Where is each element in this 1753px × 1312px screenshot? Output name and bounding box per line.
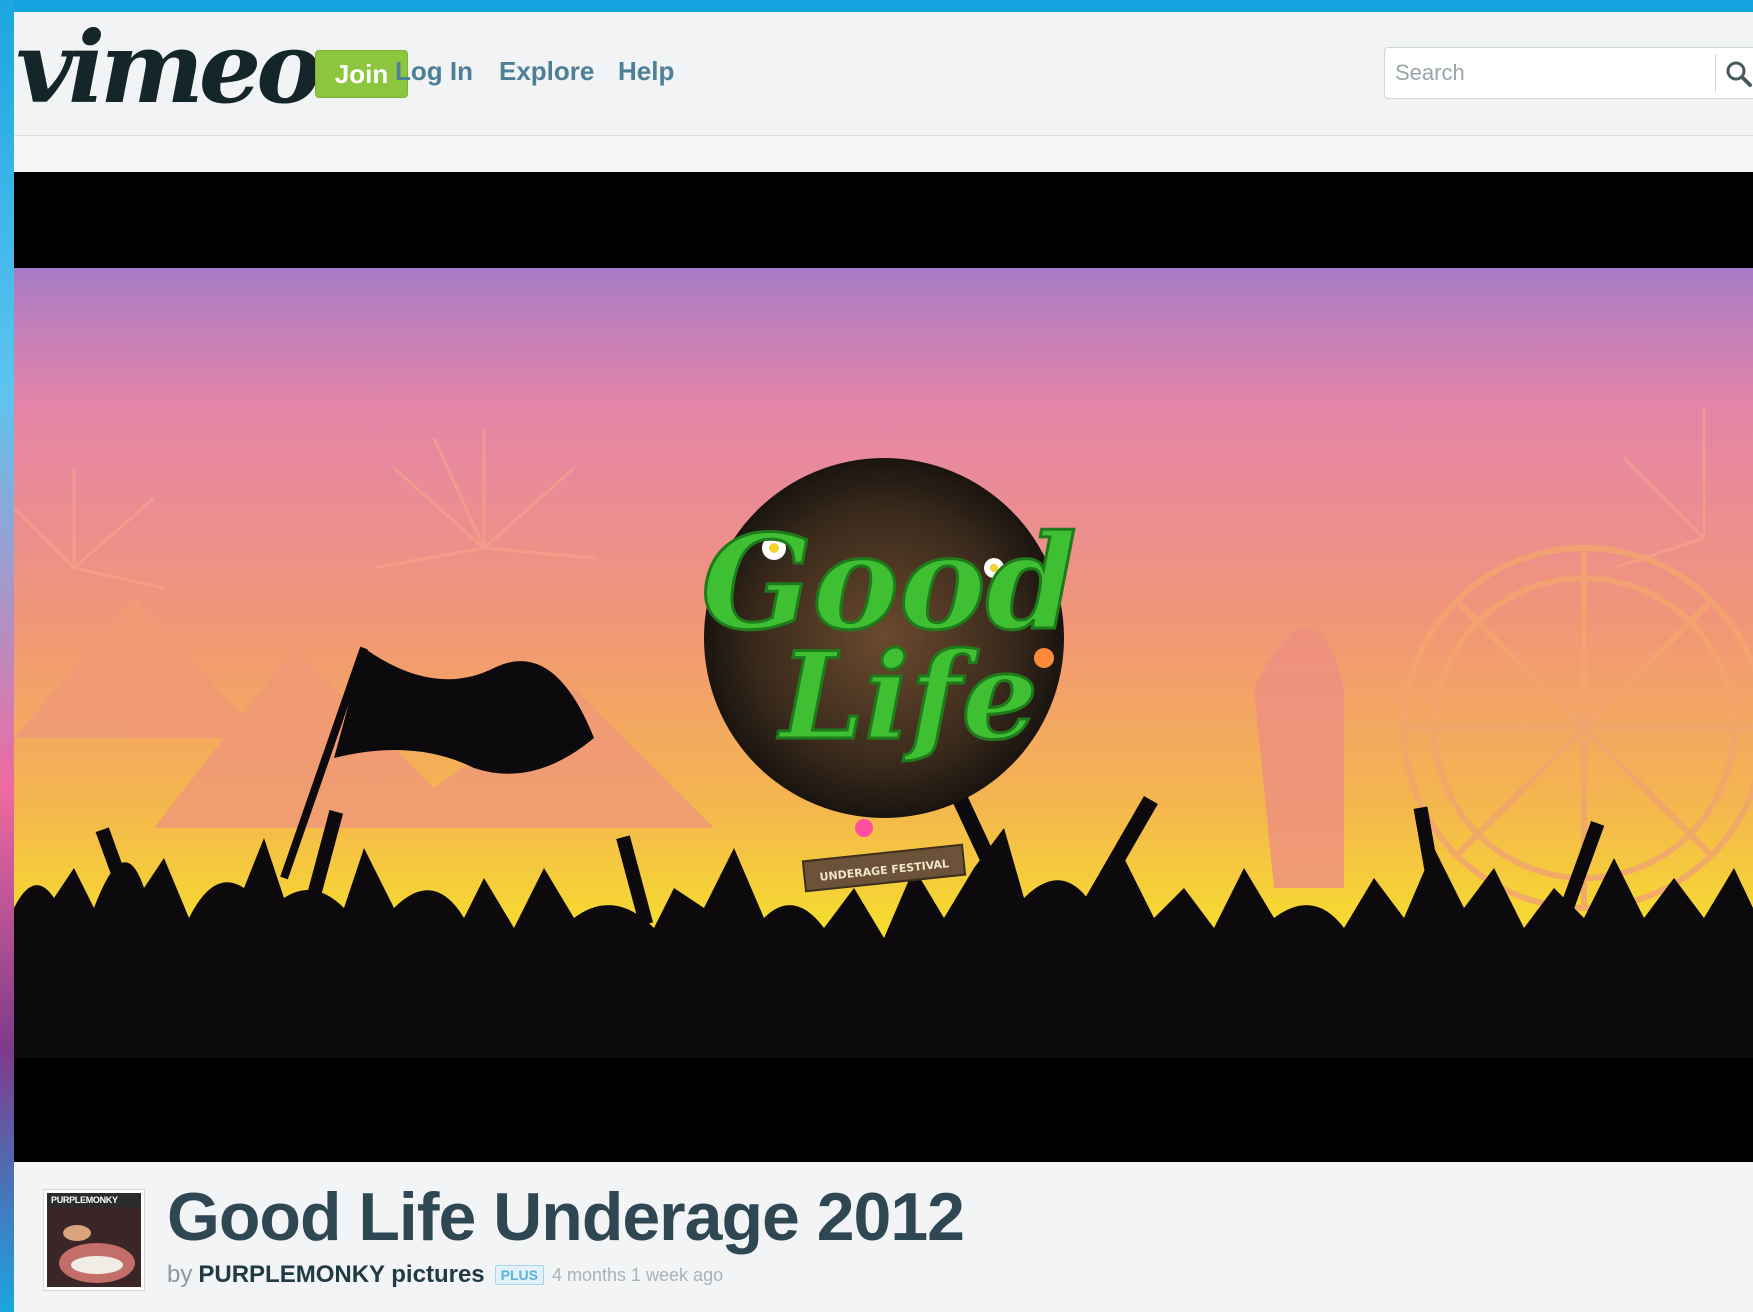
search-divider	[1715, 54, 1716, 92]
video-title: Good Life Underage 2012	[167, 1179, 965, 1255]
search-icon[interactable]	[1725, 60, 1753, 93]
search-input[interactable]	[1385, 48, 1715, 98]
avatar[interactable]: PURPLEMONKY	[44, 1190, 144, 1290]
nav-explore[interactable]: Explore	[499, 56, 594, 87]
search-box	[1384, 47, 1753, 99]
vimeo-logo[interactable]: vimeo	[16, 20, 322, 118]
nav-help[interactable]: Help	[618, 56, 674, 87]
avatar-image	[47, 1207, 141, 1287]
by-label: by	[167, 1261, 193, 1288]
window-frame-left	[0, 0, 14, 1312]
upload-time: 4 months 1 week ago	[551, 1264, 724, 1285]
nav-log-in[interactable]: Log In	[395, 56, 473, 87]
video-frame: Good Life UNDERAGE FESTIVAL	[14, 268, 1753, 1058]
owner-link[interactable]: PURPLEMONKY pictures	[198, 1261, 484, 1289]
video-details: PURPLEMONKY Good Life Underage 2012 by P…	[14, 1162, 1753, 1312]
byline: by PURPLEMONKY pictures PLUS 4 months 1 …	[167, 1261, 723, 1289]
video-player[interactable]: Good Life UNDERAGE FESTIVAL	[14, 172, 1753, 1162]
page: vimeo Join Log In Explore Help Search Go…	[14, 12, 1753, 1312]
window-frame-top	[0, 0, 1753, 12]
plus-badge[interactable]: PLUS	[494, 1265, 544, 1285]
svg-text:Life: Life	[777, 626, 1038, 767]
site-header: vimeo Join Log In Explore Help	[14, 12, 1753, 136]
